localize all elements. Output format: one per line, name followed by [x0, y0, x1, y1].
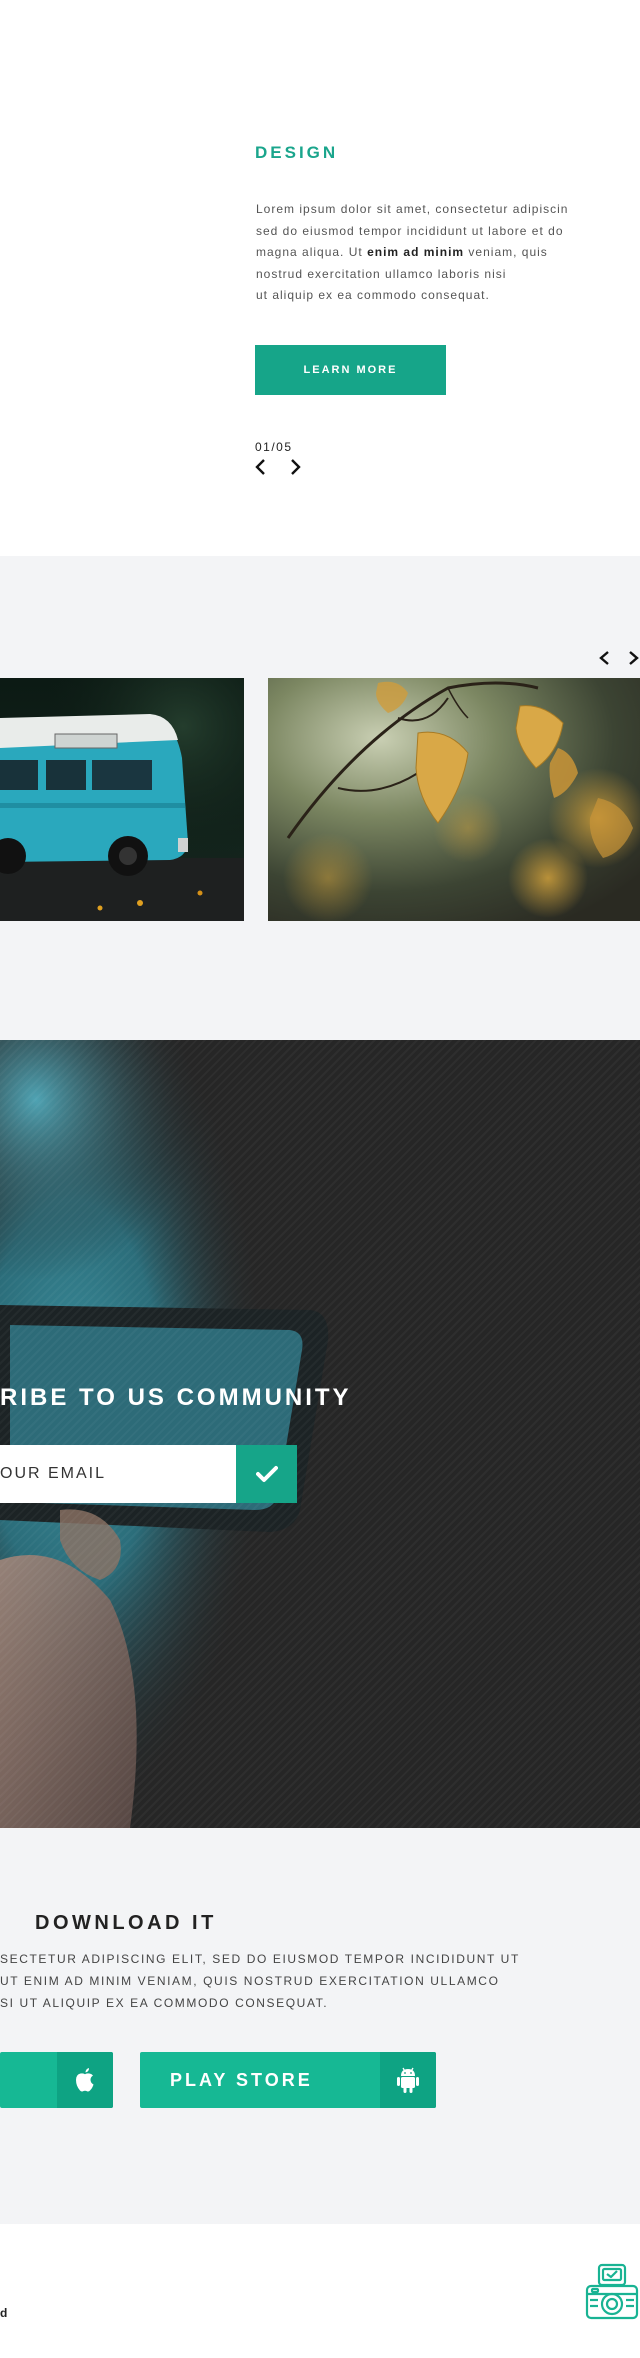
subscribe-submit-button[interactable] [236, 1445, 297, 1503]
autumn-leaves-photo[interactable] [268, 678, 640, 921]
download-section: DOWNLOAD IT SECTETUR ADIPISCING ELIT, SE… [0, 1828, 640, 2224]
app-store-button[interactable] [0, 2052, 113, 2108]
subscribe-section: RIBE TO US COMMUNITY OUR EMAIL [0, 1040, 640, 1828]
design-line-3-before: magna aliqua. Ut [256, 245, 368, 259]
design-line-5: ut aliquip ex ea commodo consequat. [256, 288, 490, 302]
gallery-arrows [597, 649, 640, 672]
android-icon [380, 2052, 436, 2108]
design-slide-section: DESIGN Lorem ipsum dolor sit amet, conse… [0, 0, 640, 556]
design-line-3: magna aliqua. Ut enim ad minim veniam, q… [256, 242, 640, 264]
slide-next-arrow-icon[interactable] [286, 458, 304, 476]
design-description: Lorem ipsum dolor sit amet, consectetur … [256, 199, 640, 307]
design-line-3-bold: enim ad minim [367, 245, 465, 259]
slide-prev-arrow-icon[interactable] [252, 458, 270, 476]
download-description: SECTETUR ADIPISCING ELIT, SED DO EIUSMOD… [0, 1948, 520, 2014]
design-title: DESIGN [255, 143, 339, 162]
design-line-3-after: veniam, quis [464, 245, 548, 259]
subscribe-title: RIBE TO US COMMUNITY [0, 1384, 352, 1411]
slide-arrows [252, 458, 304, 476]
play-store-label: PLAY STORE [170, 2069, 313, 2090]
van-photo[interactable] [0, 678, 244, 921]
design-line-4: nostrud exercitation ullamco laboris nis… [256, 266, 507, 281]
gallery-section [0, 556, 640, 1040]
gallery-next-arrow-icon[interactable] [625, 649, 640, 672]
download-line-1: SECTETUR ADIPISCING ELIT, SED DO EIUSMOD… [0, 1952, 520, 1966]
play-store-button[interactable]: PLAY STORE [140, 2052, 436, 2108]
design-line-1: Lorem ipsum dolor sit amet, consectetur … [256, 202, 569, 216]
download-line-3: SI UT ALIQUIP EX EA COMMODO CONSEQUAT. [0, 1996, 329, 2010]
learn-more-button[interactable]: LEARN MORE [255, 345, 446, 395]
footer-text: d [0, 2306, 8, 2320]
gallery-prev-arrow-icon[interactable] [597, 649, 613, 672]
phone-background-image [0, 1040, 640, 1828]
camera-logo-icon[interactable] [584, 2262, 640, 2324]
checkmark-icon [255, 1466, 278, 1482]
design-line-2: sed do eiusmod tempor incididunt ut labo… [256, 223, 564, 238]
download-line-2: UT ENIM AD MINIM VENIAM, QUIS NOSTRUD EX… [0, 1974, 500, 1988]
footer: d [0, 2224, 640, 2358]
app-store-label [0, 2052, 57, 2108]
slide-counter: 01/05 [255, 440, 293, 454]
download-title: DOWNLOAD IT [35, 1912, 217, 1934]
apple-icon [57, 2052, 113, 2108]
